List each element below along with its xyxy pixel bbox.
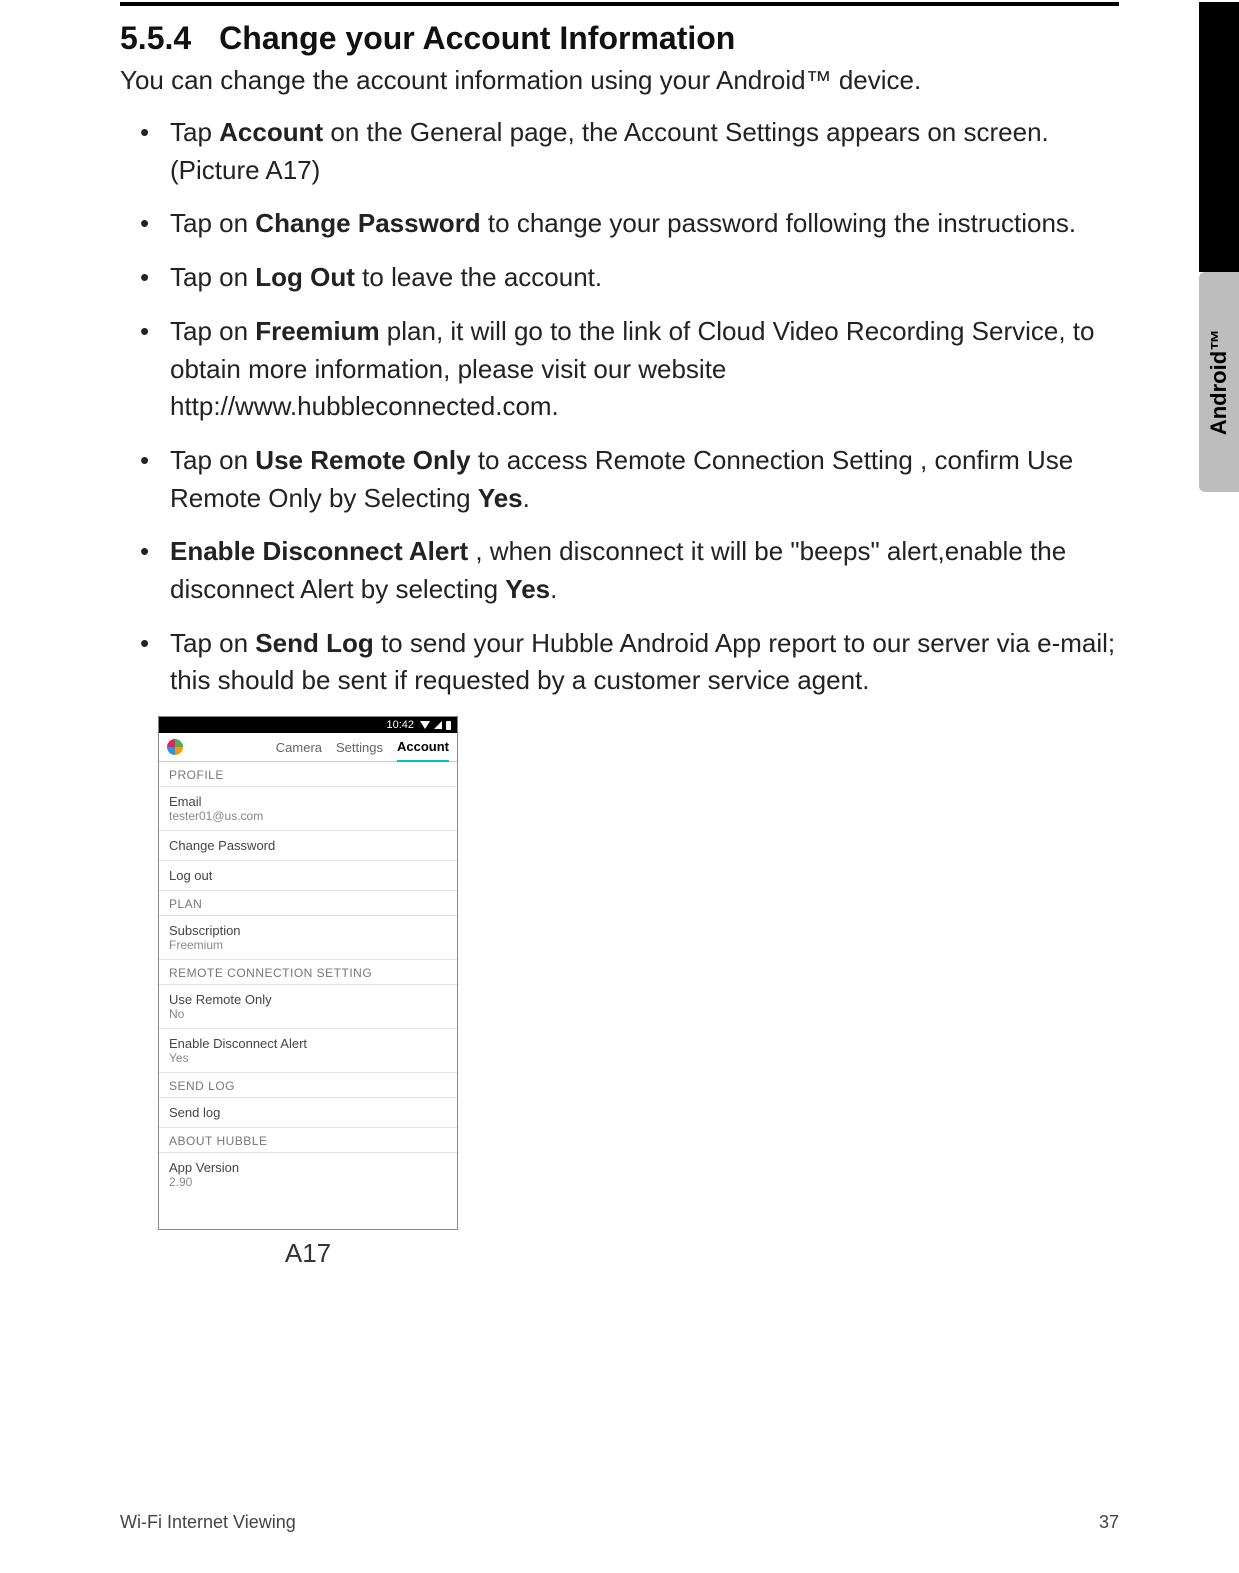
- phone-screenshot: 10:42 Camera Settings Account PROFILE Em…: [158, 716, 458, 1230]
- tab-camera[interactable]: Camera: [276, 740, 322, 755]
- about-header: ABOUT HUBBLE: [159, 1128, 457, 1153]
- list-item: Tap Account on the General page, the Acc…: [154, 114, 1119, 189]
- section-heading: 5.5.4 Change your Account Information: [120, 20, 1119, 57]
- tab-account[interactable]: Account: [397, 739, 449, 762]
- top-rule: [120, 2, 1119, 6]
- row-logout[interactable]: Log out: [159, 861, 457, 891]
- remote-header: REMOTE CONNECTION SETTING: [159, 960, 457, 985]
- page-number: 37: [1099, 1512, 1119, 1533]
- footer-title: Wi-Fi Internet Viewing: [120, 1512, 296, 1533]
- list-item: Tap on Freemium plan, it will go to the …: [154, 313, 1119, 426]
- section-title: Change your Account Information: [219, 20, 735, 56]
- figure-caption: A17: [158, 1238, 458, 1269]
- row-app-version: App Version 2.90: [159, 1153, 457, 1229]
- row-subscription[interactable]: Subscription Freemium: [159, 916, 457, 960]
- instruction-list: Tap Account on the General page, the Acc…: [120, 114, 1119, 700]
- list-item: Tap on Use Remote Only to access Remote …: [154, 442, 1119, 517]
- plan-header: PLAN: [159, 891, 457, 916]
- row-change-password[interactable]: Change Password: [159, 831, 457, 861]
- row-email[interactable]: Email tester01@us.com: [159, 787, 457, 831]
- intro-paragraph: You can change the account information u…: [120, 63, 1119, 98]
- list-item: Tap on Log Out to leave the account.: [154, 259, 1119, 297]
- tab-settings[interactable]: Settings: [336, 740, 383, 755]
- row-use-remote-only[interactable]: Use Remote Only No: [159, 985, 457, 1029]
- status-bar: 10:42: [159, 717, 457, 733]
- sendlog-header: SEND LOG: [159, 1073, 457, 1098]
- page-footer: Wi-Fi Internet Viewing 37: [120, 1512, 1119, 1533]
- list-item: Tap on Change Password to change your pa…: [154, 205, 1119, 243]
- app-tab-bar: Camera Settings Account: [159, 733, 457, 762]
- status-time: 10:42: [386, 719, 414, 731]
- profile-header: PROFILE: [159, 762, 457, 787]
- wifi-icon: [420, 721, 430, 729]
- hubble-logo-icon: [167, 739, 183, 755]
- section-number: 5.5.4: [120, 20, 191, 56]
- list-item: Enable Disconnect Alert , when disconnec…: [154, 533, 1119, 608]
- battery-icon: [446, 721, 451, 730]
- row-disconnect-alert[interactable]: Enable Disconnect Alert Yes: [159, 1029, 457, 1073]
- list-item: Tap on Send Log to send your Hubble Andr…: [154, 625, 1119, 700]
- signal-icon: [434, 721, 442, 729]
- screenshot-figure: 10:42 Camera Settings Account PROFILE Em…: [158, 716, 458, 1269]
- row-send-log[interactable]: Send log: [159, 1098, 457, 1128]
